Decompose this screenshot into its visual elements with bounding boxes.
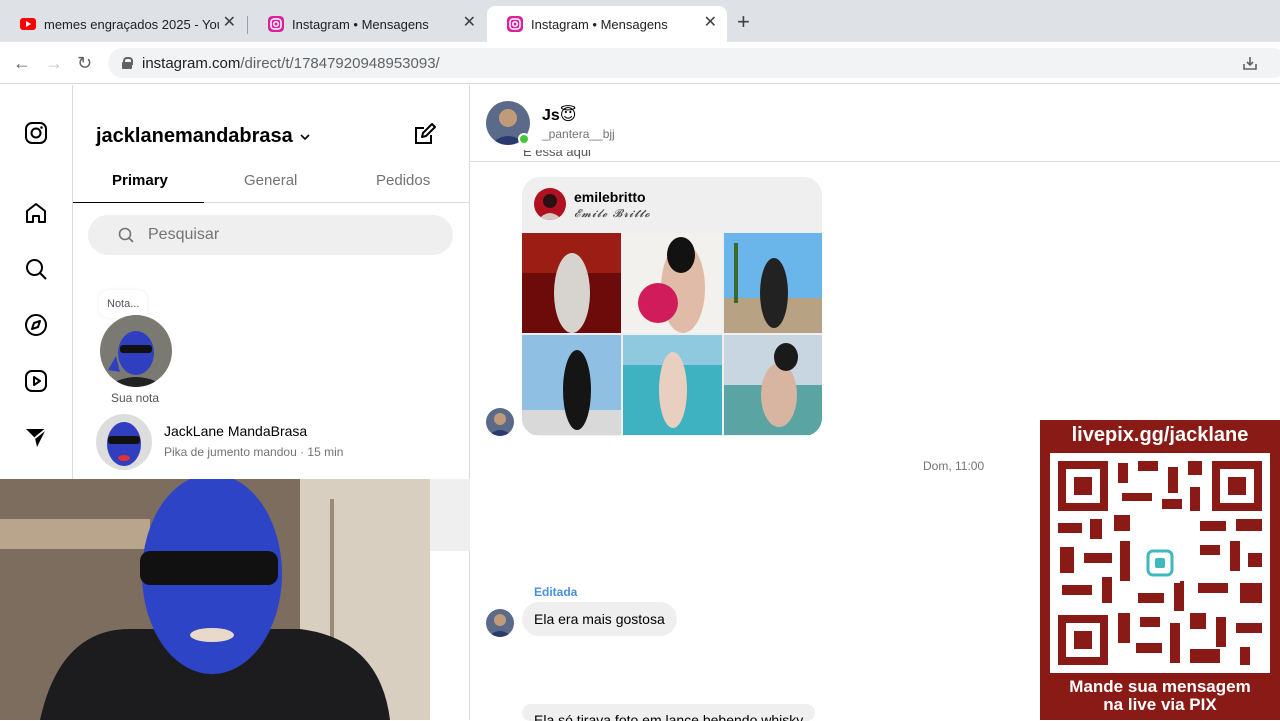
back-icon[interactable]: ← [13,53,31,74]
url-path: /direct/t/17847920948953093/ [240,54,440,72]
avatar[interactable] [100,315,172,387]
pix-caption: Mande sua mensagem na live via PIX [1040,678,1280,714]
browser-tab-strip: memes engraçados 2025 - YouTube ✕ Instag… [0,0,1280,42]
tab-close-icon[interactable]: ✕ [223,15,236,31]
previous-message-fragment: É essa aqui [523,150,591,159]
photo-thumbnail[interactable] [522,335,621,435]
tab-general[interactable]: General [244,172,297,189]
tab-close-icon[interactable]: ✕ [704,15,717,31]
youtube-icon [20,18,36,30]
chevron-down-icon[interactable] [300,132,310,142]
tab-underline [73,202,204,203]
webcam-overlay [0,479,430,720]
message-bubble[interactable]: Ela só tirava foto em lance bebendo whis… [522,704,816,721]
conversation-preview: Pika de jumento mandou · 15 min [164,445,344,459]
pix-url: livepix.gg/jacklane [1071,424,1249,446]
avatar [96,414,152,470]
tab-instagram-active[interactable]: Instagram • Mensagens ✕ [487,6,727,42]
tab-title: memes engraçados 2025 - YouTube [44,16,219,32]
account-username[interactable]: jacklanemandabrasa [96,125,293,148]
tab-title: Instagram • Mensagens [292,16,429,32]
reels-icon[interactable] [24,369,48,393]
messages-icon[interactable] [24,425,48,449]
edited-label: Editada [534,585,578,599]
avatar[interactable] [486,609,514,637]
pix-caption-line: na live via PIX [1103,695,1217,714]
address-bar: ← → ↻ instagram.com/direct/t/17847920948… [0,42,1280,84]
search-input[interactable] [148,226,428,244]
search-icon [118,227,134,243]
url-domain: instagram.com [142,54,241,72]
note-label: Sua nota [111,391,160,405]
explore-icon[interactable] [24,313,48,337]
profile-photo-grid [522,233,822,436]
pix-caption-line: Mande sua mensagem [1069,677,1251,696]
avatar[interactable] [486,408,514,436]
pix-qr-overlay: livepix.gg/jacklane Mande sua mensagem n… [1040,420,1280,720]
shared-fullname: 𝓔𝓶𝓲𝓵𝓮 𝓑𝓻𝓲𝓽𝓽𝓸 [574,207,651,220]
tab-close-icon[interactable]: ✕ [463,15,476,31]
photo-thumbnail[interactable] [623,233,722,333]
conversation-list-item[interactable]: JackLane MandaBrasa Pika de jumento mand… [73,410,470,480]
tab-pedidos[interactable]: Pedidos [376,172,430,189]
qr-code-icon [1050,453,1270,673]
reload-icon[interactable]: ↻ [77,53,92,74]
photo-thumbnail[interactable] [724,335,822,435]
instagram-icon [507,16,523,32]
photo-thumbnail[interactable] [522,233,621,333]
url-field[interactable]: instagram.com/direct/t/17847920948953093… [108,48,1280,78]
inbox-tabs: Primary General Pedidos [73,165,470,203]
chat-contact-handle: _pantera__bjj [542,127,615,141]
tab-primary[interactable]: Primary [112,172,168,189]
new-tab-icon[interactable]: + [737,11,750,33]
conversation-name: JackLane MandaBrasa [164,423,308,439]
note-bubble[interactable]: Nota... [99,290,148,318]
search-box [88,215,453,255]
photo-thumbnail[interactable] [724,233,822,333]
shared-username: emilebritto [574,189,646,205]
message-bubble[interactable]: Ela era mais gostosa [522,602,677,636]
message-timestamp: Dom, 11:00 [923,459,985,473]
tab-instagram-1[interactable]: Instagram • Mensagens ✕ [248,6,486,42]
home-icon[interactable] [24,201,48,225]
instagram-icon [268,16,284,32]
install-app-icon[interactable] [1242,55,1258,71]
tab-title: Instagram • Mensagens [531,16,668,32]
avatar [534,188,566,220]
shared-profile-card[interactable]: emilebritto 𝓔𝓶𝓲𝓵𝓮 𝓑𝓻𝓲𝓽𝓽𝓸 [522,177,822,436]
photo-thumbnail[interactable] [623,335,722,435]
tab-youtube[interactable]: memes engraçados 2025 - YouTube ✕ [0,6,246,42]
compose-icon[interactable] [413,122,437,146]
search-icon[interactable] [24,257,48,281]
instagram-logo-icon[interactable] [24,121,48,145]
lock-icon[interactable] [122,57,133,69]
selected-row-highlight [430,479,470,551]
chat-contact-name[interactable]: Js😇 [542,105,576,125]
forward-icon[interactable]: → [45,53,63,74]
online-status-dot [518,133,530,145]
